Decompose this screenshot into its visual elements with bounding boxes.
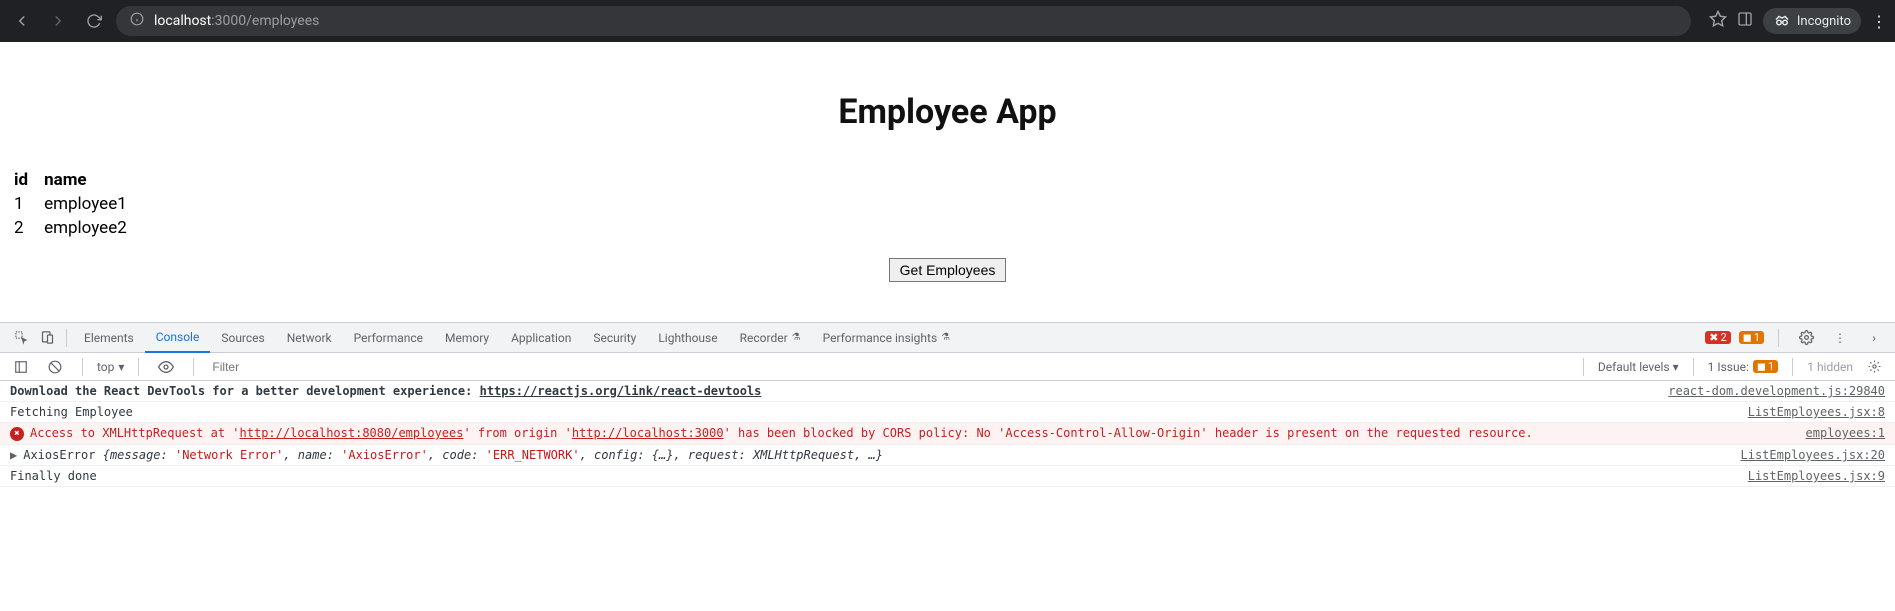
tab-network[interactable]: Network xyxy=(276,323,343,353)
table-header-row: id name xyxy=(6,168,135,192)
expand-arrow-icon[interactable]: ▶ xyxy=(10,448,17,462)
live-expression-icon[interactable] xyxy=(153,354,179,380)
get-employees-button[interactable]: Get Employees xyxy=(889,258,1007,282)
filter-input[interactable] xyxy=(208,358,1568,376)
site-info-icon[interactable] xyxy=(130,12,144,30)
col-id: id xyxy=(6,168,36,192)
table-row: 1 employee1 xyxy=(6,192,135,216)
log-entry: Finally done ListEmployees.jsx:9 xyxy=(0,466,1895,487)
tab-performance[interactable]: Performance xyxy=(343,323,434,353)
clear-console-icon[interactable] xyxy=(42,354,68,380)
url-link[interactable]: http://localhost:8080/employees xyxy=(240,426,464,440)
warning-count-badge[interactable]: ◼ 1 xyxy=(1739,331,1764,344)
console-log: Download the React DevTools for a better… xyxy=(0,381,1895,487)
source-link[interactable]: employees:1 xyxy=(1786,426,1885,440)
address-bar[interactable]: localhost:3000/employees xyxy=(116,6,1691,36)
source-link[interactable]: ListEmployees.jsx:8 xyxy=(1728,405,1885,419)
tab-elements[interactable]: Elements xyxy=(73,323,145,353)
incognito-badge[interactable]: Incognito xyxy=(1763,8,1861,34)
tab-application[interactable]: Application xyxy=(500,323,582,353)
log-entry: Download the React DevTools for a better… xyxy=(0,381,1895,402)
flask-icon: ⚗ xyxy=(792,332,801,343)
hidden-count[interactable]: 1 hidden xyxy=(1807,360,1853,374)
tab-memory[interactable]: Memory xyxy=(434,323,500,353)
devtools-menu-icon[interactable]: ⋮ xyxy=(1827,325,1853,351)
error-icon: ✖ xyxy=(10,427,24,441)
incognito-label: Incognito xyxy=(1797,14,1851,29)
execution-context[interactable]: top ▾ xyxy=(97,360,124,374)
reload-button[interactable] xyxy=(80,7,108,35)
cell-name: employee1 xyxy=(36,192,135,216)
console-toolbar: top ▾ Default levels ▾ 1 Issue: ◼ 1 1 hi… xyxy=(0,353,1895,381)
table-row: 2 employee2 xyxy=(6,216,135,240)
device-toggle-icon[interactable] xyxy=(34,325,60,351)
url-text: localhost:3000/employees xyxy=(154,13,319,29)
browser-toolbar: localhost:3000/employees Incognito ⋮ xyxy=(0,0,1895,42)
side-panel-icon[interactable] xyxy=(1737,11,1753,31)
tab-lighthouse[interactable]: Lighthouse xyxy=(647,323,728,353)
console-sidebar-toggle-icon[interactable] xyxy=(8,354,34,380)
page-title: Employee App xyxy=(0,92,1895,132)
employee-table: id name 1 employee1 2 employee2 xyxy=(6,168,135,240)
inspect-icon[interactable] xyxy=(8,325,34,351)
devtools-panel: Elements Console Sources Network Perform… xyxy=(0,322,1895,487)
settings-icon[interactable] xyxy=(1793,325,1819,351)
forward-button[interactable] xyxy=(44,7,72,35)
devtools-link[interactable]: https://reactjs.org/link/react-devtools xyxy=(480,384,762,398)
cell-id: 2 xyxy=(6,216,36,240)
cell-id: 1 xyxy=(6,192,36,216)
source-link[interactable]: ListEmployees.jsx:9 xyxy=(1728,469,1885,483)
flask-icon: ⚗ xyxy=(941,332,950,343)
tab-recorder[interactable]: Recorder ⚗ xyxy=(729,323,812,353)
source-link[interactable]: ListEmployees.jsx:20 xyxy=(1721,448,1886,462)
tab-console[interactable]: Console xyxy=(145,323,211,353)
issues-button[interactable]: 1 Issue: ◼ 1 xyxy=(1708,360,1779,374)
error-count-badge[interactable]: ✖ 2 xyxy=(1705,331,1730,344)
page-content: Employee App id name 1 employee1 2 emplo… xyxy=(0,42,1895,322)
back-button[interactable] xyxy=(8,7,36,35)
source-link[interactable]: react-dom.development.js:29840 xyxy=(1648,384,1885,398)
menu-icon[interactable]: ⋮ xyxy=(1871,12,1887,31)
log-entry: Fetching Employee ListEmployees.jsx:8 xyxy=(0,402,1895,423)
url-link[interactable]: http://localhost:3000 xyxy=(572,426,724,440)
devtools-tab-bar: Elements Console Sources Network Perform… xyxy=(0,323,1895,353)
console-settings-icon[interactable] xyxy=(1861,354,1887,380)
tab-sources[interactable]: Sources xyxy=(210,323,275,353)
devtools-close-icon[interactable]: › xyxy=(1861,325,1887,351)
log-levels-dropdown[interactable]: Default levels ▾ xyxy=(1598,360,1679,374)
tab-perf-insights[interactable]: Performance insights ⚗ xyxy=(812,323,961,353)
col-name: name xyxy=(36,168,135,192)
bookmark-icon[interactable] xyxy=(1709,10,1727,32)
log-entry-error: ✖ Access to XMLHttpRequest at 'http://lo… xyxy=(0,423,1895,445)
tab-security[interactable]: Security xyxy=(582,323,647,353)
log-entry[interactable]: ▶ AxiosError {message: 'Network Error', … xyxy=(0,445,1895,466)
cell-name: employee2 xyxy=(36,216,135,240)
